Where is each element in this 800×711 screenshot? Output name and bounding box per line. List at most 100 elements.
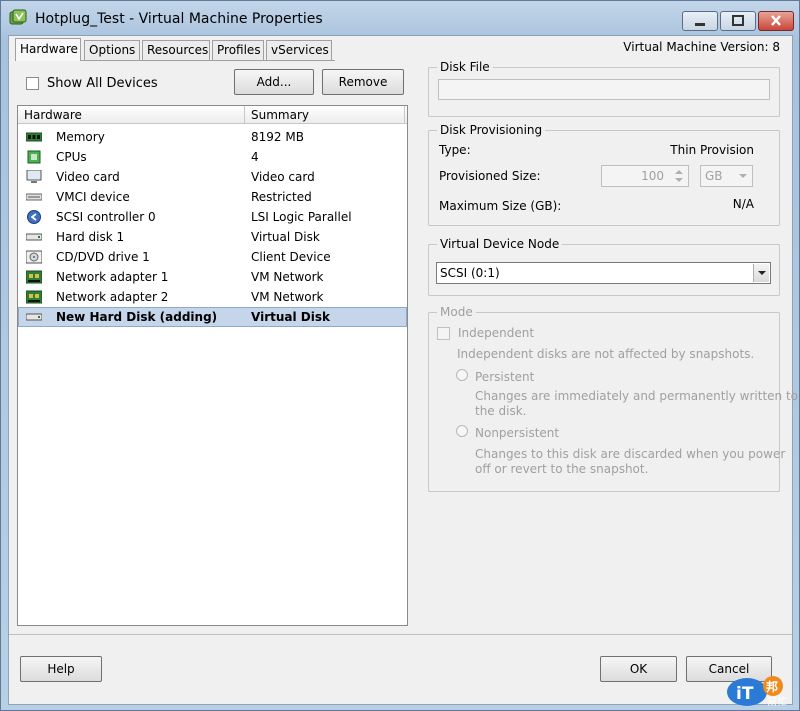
hardware-list[interactable]: Hardware Summary Memory 8192 MB CPUs 4 V… <box>17 105 408 626</box>
memory-icon <box>26 132 42 142</box>
tab-vservices[interactable]: vServices <box>266 40 332 60</box>
hardware-summary: Client Device <box>251 250 331 264</box>
hardware-summary: VM Network <box>251 270 324 284</box>
harddisk-icon <box>26 313 42 321</box>
column-summary[interactable]: Summary <box>251 108 309 122</box>
size-unit-select[interactable]: GB <box>700 165 753 187</box>
hardware-summary: 8192 MB <box>251 130 304 144</box>
scsi-icon <box>27 210 41 224</box>
tab-options[interactable]: Options <box>84 40 140 60</box>
footer-divider <box>9 634 792 635</box>
remove-button[interactable]: Remove <box>322 69 404 95</box>
spinner-arrows-icon[interactable] <box>671 167 687 185</box>
disk-provisioning-group: Disk Provisioning Type: Thin Provision P… <box>428 123 780 226</box>
provisioned-size-value: 100 <box>641 169 664 183</box>
hardware-row-video-card[interactable]: Video card Video card <box>18 167 407 187</box>
hardware-summary: Virtual Disk <box>251 310 330 324</box>
help-button[interactable]: Help <box>20 656 102 682</box>
show-all-devices-label: Show All Devices <box>47 76 158 91</box>
minimize-icon <box>695 23 705 26</box>
add-button[interactable]: Add... <box>234 69 314 95</box>
provisioned-size-spinner[interactable]: 100 <box>601 165 689 187</box>
watermark-badge-text: 邦 <box>766 679 778 694</box>
hardware-row-network-adapter-1[interactable]: Network adapter 1 VM Network <box>18 267 407 287</box>
hardware-row-hard-disk-1[interactable]: Hard disk 1 Virtual Disk <box>18 227 407 247</box>
hardware-row-cd-dvd-drive[interactable]: CD/DVD drive 1 Client Device <box>18 247 407 267</box>
window-title: Hotplug_Test - Virtual Machine Propertie… <box>35 11 323 27</box>
disk-file-group: Disk File <box>428 60 780 117</box>
hardware-summary: VM Network <box>251 290 324 304</box>
independent-checkbox[interactable] <box>437 327 450 340</box>
nonpersistent-description-line2: off or revert to the snapshot. <box>475 462 649 476</box>
persistent-radio[interactable] <box>456 369 468 381</box>
hardware-name: Video card <box>56 170 120 184</box>
column-hardware[interactable]: Hardware <box>24 108 82 122</box>
hardware-summary: Video card <box>251 170 315 184</box>
close-icon <box>771 15 781 26</box>
hardware-name: CD/DVD drive 1 <box>56 250 150 264</box>
vm-version-label: Virtual Machine Version: 8 <box>623 40 780 54</box>
cd-icon <box>26 250 42 264</box>
provisioned-size-label: Provisioned Size: <box>439 169 541 183</box>
minimize-button[interactable] <box>682 11 718 31</box>
column-separator[interactable] <box>244 106 245 124</box>
monitor-icon <box>26 170 42 183</box>
hardware-row-memory[interactable]: Memory 8192 MB <box>18 127 407 147</box>
maximize-icon <box>732 15 744 26</box>
watermark-logo: iT 邦 幫忙 <box>727 676 787 708</box>
maximize-button[interactable] <box>720 11 756 31</box>
maximum-size-value: N/A <box>732 197 754 211</box>
disk-file-field[interactable] <box>438 79 770 100</box>
persistent-description-line2: the disk. <box>475 404 527 418</box>
chevron-down-icon <box>758 271 766 275</box>
dialog-client: Hardware Options Resources Profiles vSer… <box>8 35 798 705</box>
hardware-row-new-hard-disk[interactable]: New Hard Disk (adding) Virtual Disk <box>18 307 407 327</box>
disk-provisioning-label: Disk Provisioning <box>437 123 546 137</box>
hardware-summary: LSI Logic Parallel <box>251 210 352 224</box>
hardware-row-scsi-controller[interactable]: SCSI controller 0 LSI Logic Parallel <box>18 207 407 227</box>
device-icon <box>26 193 42 201</box>
maximum-size-label: Maximum Size (GB): <box>439 199 562 213</box>
type-label: Type: <box>439 143 471 157</box>
watermark-sub-text: 幫忙 <box>767 695 787 708</box>
hardware-row-vmci-device[interactable]: VMCI device Restricted <box>18 187 407 207</box>
title-bar[interactable]: Hotplug_Test - Virtual Machine Propertie… <box>1 1 799 35</box>
harddisk-icon <box>26 233 42 241</box>
persistent-label: Persistent <box>475 370 535 384</box>
virtual-device-node-select[interactable]: SCSI (0:1) <box>436 262 771 284</box>
hardware-name: Memory <box>56 130 105 144</box>
hardware-name: New Hard Disk (adding) <box>56 310 218 324</box>
hardware-name: CPUs <box>56 150 87 164</box>
chevron-down-icon <box>739 174 747 178</box>
nonpersistent-radio[interactable] <box>456 425 468 437</box>
ok-button[interactable]: OK <box>600 656 677 682</box>
watermark-main-text: iT <box>736 684 754 704</box>
nonpersistent-label: Nonpersistent <box>475 426 560 440</box>
hardware-row-cpus[interactable]: CPUs 4 <box>18 147 407 167</box>
column-separator[interactable] <box>404 106 405 124</box>
show-all-devices-checkbox[interactable] <box>26 77 39 90</box>
mode-label: Mode <box>437 305 476 319</box>
hardware-list-header: Hardware Summary <box>18 106 407 124</box>
persistent-description-line1: Changes are immediately and permanently … <box>475 389 799 403</box>
tab-hardware[interactable]: Hardware <box>15 38 81 61</box>
tab-profiles[interactable]: Profiles <box>212 40 264 60</box>
close-button[interactable] <box>758 11 794 31</box>
type-value: Thin Provision <box>670 143 754 157</box>
hardware-name: Network adapter 2 <box>56 290 169 304</box>
hardware-name: Network adapter 1 <box>56 270 169 284</box>
hardware-row-network-adapter-2[interactable]: Network adapter 2 VM Network <box>18 287 407 307</box>
network-icon <box>26 290 42 304</box>
properties-window: Hotplug_Test - Virtual Machine Propertie… <box>0 0 800 711</box>
mode-group: Mode Independent Independent disks are n… <box>428 305 798 492</box>
hardware-name: SCSI controller 0 <box>56 210 156 224</box>
hardware-name: Hard disk 1 <box>56 230 125 244</box>
dropdown-button[interactable] <box>753 264 769 282</box>
virtual-device-node-group: Virtual Device Node SCSI (0:1) <box>428 237 780 296</box>
hardware-summary: Restricted <box>251 190 312 204</box>
disk-file-label: Disk File <box>437 60 493 74</box>
tab-resources[interactable]: Resources <box>142 40 210 60</box>
hardware-summary: 4 <box>251 150 259 164</box>
nonpersistent-description-line1: Changes to this disk are discarded when … <box>475 447 786 461</box>
cpu-icon <box>27 150 41 164</box>
